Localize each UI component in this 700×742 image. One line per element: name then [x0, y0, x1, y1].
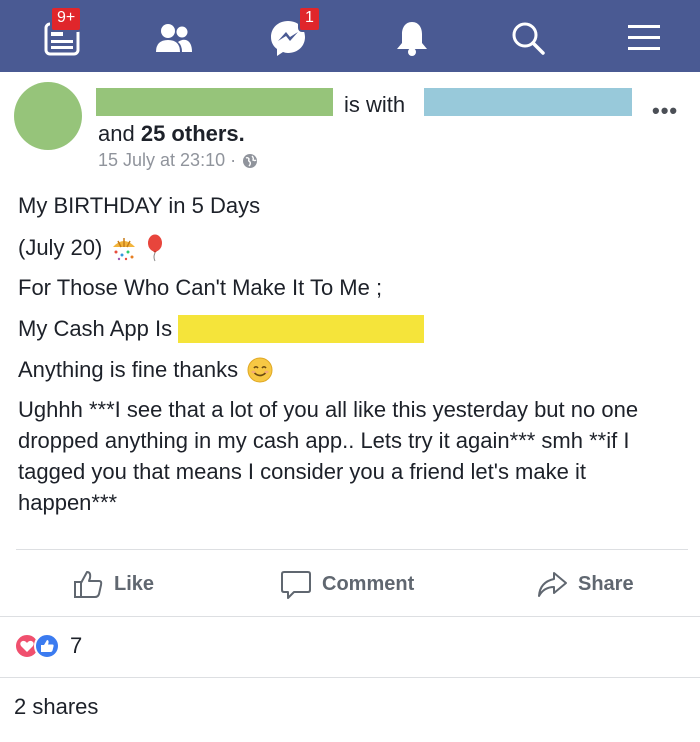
more-options-button[interactable]: •••: [652, 98, 678, 124]
like-label: Like: [114, 572, 155, 595]
notifications-button[interactable]: [382, 10, 442, 66]
news-feed-button[interactable]: 9+: [32, 6, 92, 66]
divider-top: [16, 549, 688, 550]
top-navigation-bar: 9+ 1: [0, 0, 700, 72]
messenger-badge: 1: [298, 6, 321, 32]
post-line-5-text: Anything is fine thanks: [18, 357, 239, 382]
smiling-face-icon: [247, 357, 273, 383]
tagged-name-redacted[interactable]: [424, 88, 632, 116]
divider-footer: [0, 677, 700, 678]
shares-count[interactable]: 2 shares: [14, 694, 98, 720]
is-with-text: is with: [344, 92, 406, 117]
balloon-icon: [148, 234, 163, 262]
share-button[interactable]: Share: [536, 566, 634, 602]
author-name-redacted[interactable]: [96, 88, 333, 116]
post-meta: 15 July at 23:10 ·: [98, 150, 258, 171]
notifications-badge: 9+: [50, 6, 83, 32]
confetti-ball-icon: [113, 238, 136, 261]
post-paragraph: Ughhh ***I see that a lot of you all lik…: [18, 397, 639, 515]
friends-button[interactable]: [144, 10, 204, 66]
like-button[interactable]: Like: [72, 566, 154, 602]
bell-icon: [397, 22, 427, 56]
profile-avatar[interactable]: [14, 82, 82, 150]
like-reaction-icon: [34, 633, 60, 659]
messenger-button[interactable]: 1: [258, 6, 321, 66]
post-line-2-text: (July 20): [18, 235, 103, 260]
divider-actions: [0, 616, 700, 617]
comment-label: Comment: [322, 572, 415, 595]
share-arrow-icon: [538, 572, 567, 597]
comment-icon: [281, 571, 311, 599]
friends-icon: [156, 24, 192, 52]
post-line-3: For Those Who Can't Make It To Me ;: [18, 275, 383, 300]
share-label: Share: [578, 572, 634, 595]
post-line-1: My BIRTHDAY in 5 Days: [18, 193, 261, 218]
menu-button[interactable]: [614, 10, 674, 66]
menu-icon: [628, 25, 660, 50]
reaction-count: 7: [70, 633, 83, 658]
cashapp-handle-redacted: [178, 315, 425, 343]
globe-icon: [243, 153, 258, 168]
and-text: and: [98, 121, 135, 146]
post-line-2: (July 20): [18, 234, 164, 262]
post-line-4: My Cash App Is: [18, 315, 425, 343]
tagged-others-line: and 25 others.: [98, 121, 245, 147]
comment-button[interactable]: Comment: [280, 566, 414, 602]
post-line-5: Anything is fine thanks: [18, 356, 274, 384]
post-timestamp[interactable]: 15 July at 23:10 ·: [98, 150, 236, 171]
others-link[interactable]: 25 others.: [141, 121, 245, 146]
search-icon: [512, 22, 545, 55]
search-button[interactable]: [498, 10, 558, 66]
thumbs-up-icon: [74, 571, 103, 598]
post-line-4-text: My Cash App Is: [18, 316, 173, 341]
reactions-summary[interactable]: 7: [14, 633, 82, 659]
